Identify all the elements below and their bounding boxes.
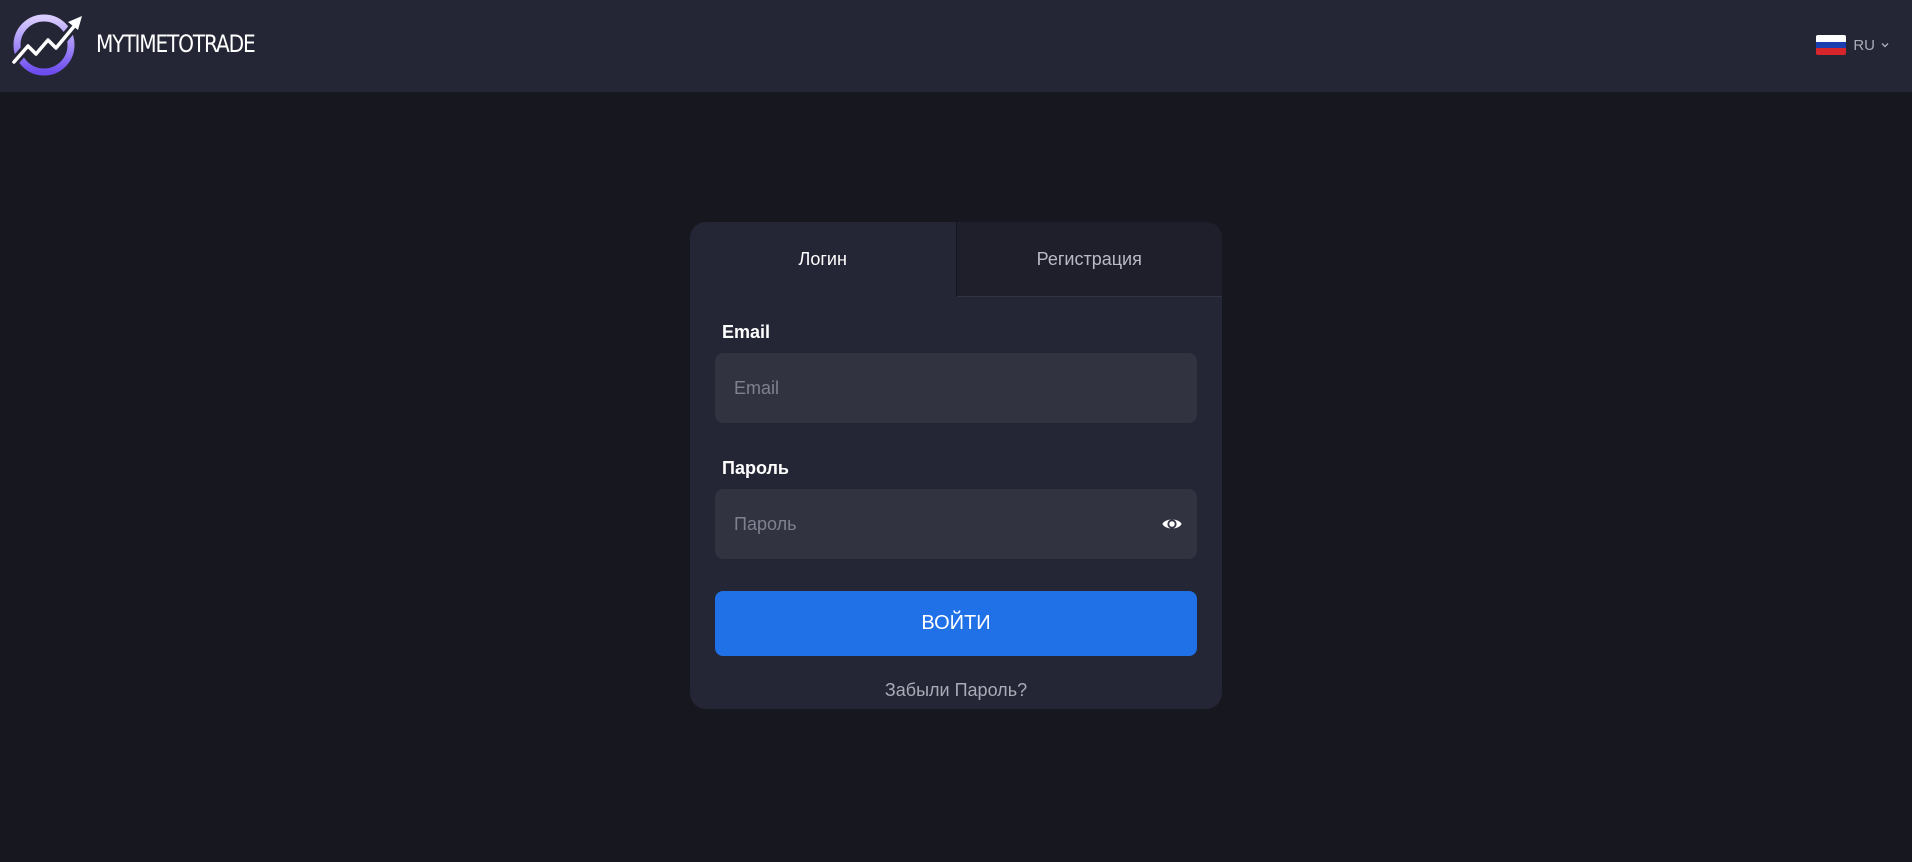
- email-label: Email: [722, 322, 771, 342]
- auth-card: Логин Регистрация Email Пароль ВОЙТИ Заб…: [690, 222, 1222, 709]
- auth-tabs: Логин Регистрация: [690, 222, 1222, 297]
- eye-icon[interactable]: [1161, 513, 1183, 535]
- login-button[interactable]: ВОЙТИ: [715, 591, 1197, 656]
- logo-text: MYTIMETOTRADE: [96, 30, 256, 58]
- language-selector[interactable]: RU: [1816, 34, 1890, 56]
- password-input[interactable]: [715, 489, 1197, 559]
- language-code: RU: [1853, 36, 1875, 54]
- top-header: MYTIMETOTRADE RU: [0, 0, 1912, 92]
- logo-chart-icon: [10, 14, 82, 76]
- russian-flag-icon: [1816, 35, 1847, 55]
- password-label: Пароль: [722, 458, 789, 478]
- forgot-password-link[interactable]: Забыли Пароль?: [715, 680, 1197, 701]
- chevron-down-icon: [1881, 43, 1889, 48]
- tab-login[interactable]: Логин: [690, 222, 957, 297]
- login-form: Email Пароль ВОЙТИ Забыли Пароль?: [690, 321, 1222, 701]
- email-field-wrapper: [715, 353, 1197, 423]
- email-input[interactable]: [715, 353, 1197, 423]
- tab-registration[interactable]: Регистрация: [956, 222, 1222, 297]
- brand-logo[interactable]: MYTIMETOTRADE: [10, 12, 285, 76]
- password-field-wrapper: [715, 489, 1197, 559]
